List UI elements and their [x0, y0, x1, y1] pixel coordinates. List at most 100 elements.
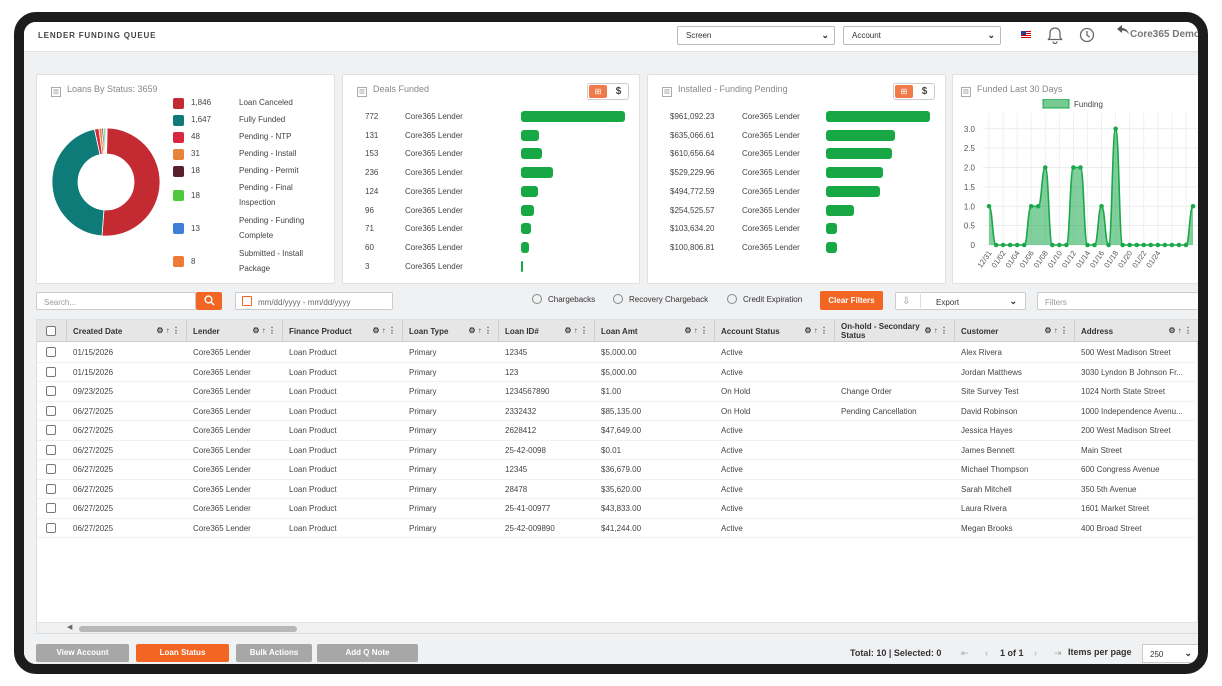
recovery-chargeback-radio[interactable]: Recovery Chargeback [613, 294, 708, 304]
bar-lender: Core365 Lender [742, 168, 800, 178]
column-menu-icon[interactable]: ⚙ ↑ ⋮ [684, 326, 708, 335]
table-cell: Primary [409, 523, 437, 533]
table-cell: Sarah Mitchell [961, 484, 1012, 494]
filters-input[interactable]: Filters [1037, 292, 1198, 310]
chart-icon: ▥ [662, 87, 672, 97]
column-header[interactable]: Finance Product ⚙ ↑ ⋮ [283, 320, 403, 342]
radio-circle[interactable] [613, 294, 623, 304]
user-name[interactable]: Core365 Demo [1130, 29, 1198, 40]
search-input[interactable]: Search... [36, 292, 196, 310]
column-header[interactable]: On-hold - Secondary Status ⚙ ↑ ⋮ [835, 320, 955, 342]
row-checkbox[interactable] [46, 366, 56, 377]
loan-status-button[interactable]: Loan Status [136, 644, 229, 662]
select-all-checkbox[interactable] [46, 326, 56, 336]
table-row[interactable]: 06/27/2025 Core365 Lender Loan Product Prim… [37, 499, 1198, 519]
row-checkbox[interactable] [46, 503, 56, 513]
clear-filters-button[interactable]: Clear Filters [820, 291, 883, 310]
column-header[interactable]: Created Date ⚙ ↑ ⋮ [67, 320, 187, 342]
column-menu-icon[interactable]: ⚙ ↑ ⋮ [252, 326, 276, 335]
horizontal-scrollbar[interactable]: ◀ [37, 622, 1198, 633]
bell-icon[interactable] [1047, 26, 1063, 48]
radio-circle[interactable] [727, 294, 737, 304]
legend-swatch [173, 256, 184, 267]
column-menu-icon[interactable]: ⚙ ↑ ⋮ [372, 326, 396, 335]
prev-page-icon[interactable]: ‹ [985, 648, 988, 658]
items-per-page-select[interactable]: 250 ⌄ [1142, 644, 1198, 663]
column-menu-icon[interactable]: ⚙ ↑ ⋮ [468, 326, 492, 335]
column-menu-icon[interactable]: ⚙ ↑ ⋮ [1168, 326, 1192, 335]
count-dollar-toggle[interactable]: ⊞ $ [893, 83, 935, 100]
column-menu-icon[interactable]: ⚙ ↑ ⋮ [924, 326, 948, 335]
column-header[interactable]: Loan Amt ⚙ ↑ ⋮ [595, 320, 715, 342]
table-cell: Active [721, 426, 743, 435]
table-row[interactable]: 01/15/2026 Core365 Lender Loan Product Prim… [37, 343, 1198, 363]
column-header[interactable]: Loan ID# ⚙ ↑ ⋮ [499, 320, 595, 342]
loan-grid: Created Date ⚙ ↑ ⋮ Lender ⚙ ↑ ⋮ Finance Prod… [36, 319, 1198, 634]
column-menu-icon[interactable]: ⚙ ↑ ⋮ [1044, 326, 1068, 335]
scroll-left-icon[interactable]: ◀ [67, 623, 72, 631]
table-cell: Site Survey Test [961, 387, 1019, 396]
bar-value: 153 [365, 149, 379, 159]
bar-row: $961,092.23 Core365 Lender [648, 109, 938, 123]
back-arrow-icon[interactable] [1116, 23, 1130, 41]
last-page-icon[interactable]: ⇥ [1054, 648, 1062, 659]
row-checkbox[interactable] [46, 425, 56, 435]
row-checkbox[interactable] [46, 483, 56, 494]
view-account-button[interactable]: View Account [36, 644, 129, 662]
first-page-icon[interactable]: ⇤ [961, 648, 969, 659]
column-header[interactable]: Address ⚙ ↑ ⋮ [1075, 320, 1198, 342]
table-row[interactable]: 06/27/2025 Core365 Lender Loan Product Prim… [37, 421, 1198, 441]
data-point [1190, 203, 1196, 209]
bulk-actions-button[interactable]: Bulk Actions [236, 644, 312, 662]
row-checkbox[interactable] [46, 386, 56, 396]
table-cell: 1000 Independence Avenu... [1081, 406, 1183, 416]
table-row[interactable]: 06/27/2025 Core365 Lender Loan Product Prim… [37, 460, 1198, 480]
date-range-input[interactable]: mm/dd/yyyy - mm/dd/yyyy [235, 292, 393, 310]
table-row[interactable]: 01/15/2026 Core365 Lender Loan Product Prim… [37, 363, 1198, 382]
count-toggle-icon[interactable]: ⊞ [589, 85, 607, 98]
export-select[interactable]: ⇩ Export ⌄ [895, 292, 1026, 310]
table-row[interactable]: 06/27/2025 Core365 Lender Loan Product Prim… [37, 441, 1198, 460]
search-button[interactable] [196, 292, 222, 310]
clock-icon[interactable] [1079, 27, 1095, 47]
count-dollar-toggle[interactable]: ⊞ $ [587, 83, 629, 100]
table-cell: 09/23/2025 [73, 387, 114, 396]
us-flag-icon[interactable] [1021, 31, 1031, 38]
column-header[interactable]: Account Status ⚙ ↑ ⋮ [715, 320, 835, 342]
row-checkbox[interactable] [46, 405, 56, 416]
data-point [1162, 242, 1168, 248]
row-checkbox[interactable] [46, 444, 56, 455]
table-row[interactable]: 09/23/2025 Core365 Lender Loan Product Prim… [37, 382, 1198, 402]
table-cell: Michael Thompson [961, 465, 1029, 474]
table-cell: 25-42-0098 [505, 445, 546, 455]
radio-circle[interactable] [532, 294, 542, 304]
bar-row: 236 Core365 Lender [343, 165, 633, 179]
scrollbar-thumb[interactable] [79, 626, 297, 632]
dollar-toggle[interactable]: $ [610, 84, 627, 99]
account-select[interactable]: Account ⌄ [843, 26, 1001, 45]
row-checkbox[interactable] [46, 347, 56, 357]
bar-fill [826, 223, 838, 235]
deals-funded-title-text: Deals Funded [373, 84, 430, 94]
column-menu-icon[interactable]: ⚙ ↑ ⋮ [564, 326, 588, 335]
table-cell: 500 West Madison Street [1081, 348, 1171, 357]
column-menu-icon[interactable]: ⚙ ↑ ⋮ [804, 326, 828, 335]
screen-select[interactable]: Screen ⌄ [677, 26, 835, 45]
legend-swatch [173, 98, 184, 109]
chargebacks-radio[interactable]: Chargebacks [532, 294, 595, 304]
table-row[interactable]: 06/27/2025 Core365 Lender Loan Product Prim… [37, 402, 1198, 421]
column-menu-icon[interactable]: ⚙ ↑ ⋮ [156, 326, 180, 335]
table-row[interactable]: 06/27/2025 Core365 Lender Loan Product Prim… [37, 519, 1198, 538]
data-point [1183, 242, 1189, 248]
credit-expiration-radio[interactable]: Credit Expiration [727, 294, 802, 304]
row-checkbox[interactable] [46, 522, 56, 533]
column-header[interactable]: Lender ⚙ ↑ ⋮ [187, 320, 283, 342]
column-header[interactable]: Loan Type ⚙ ↑ ⋮ [403, 320, 499, 342]
row-checkbox[interactable] [46, 464, 56, 474]
add-note-button[interactable]: Add Q Note [317, 644, 418, 662]
table-row[interactable]: 06/27/2025 Core365 Lender Loan Product Prim… [37, 480, 1198, 499]
column-header[interactable]: Customer ⚙ ↑ ⋮ [955, 320, 1075, 342]
count-toggle-icon[interactable]: ⊞ [895, 85, 913, 98]
next-page-icon[interactable]: › [1034, 648, 1037, 658]
dollar-toggle[interactable]: $ [916, 84, 933, 99]
